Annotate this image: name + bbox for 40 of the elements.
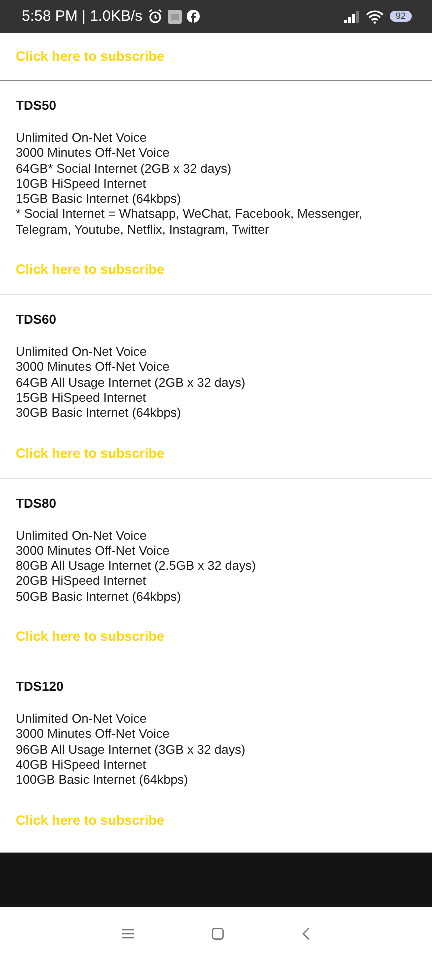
plan-feature: Unlimited On-Net Voice — [16, 345, 148, 360]
plan-feature: Unlimited On-Net Voice — [16, 528, 148, 544]
plan-feature: 3000 Minutes Off-Net Voice — [16, 360, 171, 376]
plan-feature: 50GB Basic Internet (64kbps) — [16, 590, 182, 606]
plan-feature: 100GB Basic Internet (64kbps) — [16, 773, 190, 789]
plan-title: TDS120 — [16, 679, 65, 696]
plan-feature: 80GB All Usage Internet (2.5GB x 32 days) — [16, 559, 258, 574]
plan-feature: Unlimited On-Net Voice — [16, 131, 148, 146]
plan-feature: 3000 Minutes Off-Net Voice — [16, 727, 171, 743]
wifi-icon — [366, 10, 384, 24]
menu-icon[interactable] — [122, 928, 134, 938]
plan-title: TDS50 — [16, 98, 58, 114]
plan-feature: 15GB HiSpeed Internet — [16, 390, 148, 406]
plan-feature: 10GB HiSpeed Internet — [16, 176, 148, 192]
plan-feature: Unlimited On-Net Voice — [16, 712, 148, 728]
plan-feature: 20GB HiSpeed Internet — [16, 574, 148, 590]
alarm-icon — [148, 9, 163, 24]
status-time: 5:58 PM | 1.0KB/s — [22, 8, 143, 25]
plan-feature: 15GB Basic Internet (64kbps) — [16, 192, 182, 208]
plan-feature: 64GB All Usage Internet (2GB x 32 days) — [16, 376, 247, 391]
plan-feature: 64GB* Social Internet (2GB x 32 days) — [16, 162, 233, 177]
plan-title: TDS80 — [16, 496, 58, 512]
back-icon[interactable] — [302, 928, 310, 940]
app-icon — [168, 10, 182, 24]
plan-feature: 40GB HiSpeed Internet — [16, 758, 148, 774]
plan-feature: 30GB Basic Internet (64kbps) — [16, 406, 182, 422]
home-icon[interactable] — [212, 928, 224, 940]
battery-level: 92 — [390, 11, 412, 22]
signal-icon — [344, 10, 360, 22]
plan-feature: 3000 Minutes Off-Net Voice — [16, 146, 171, 162]
subscribe-link[interactable]: Click here to subscribe — [16, 628, 165, 646]
subscribe-link[interactable]: Click here to subscribe — [16, 444, 165, 463]
subscribe-link[interactable]: Click here to subscribe — [16, 48, 165, 66]
plan-title: TDS60 — [16, 312, 58, 328]
subscribe-link[interactable]: Click here to subscribe — [16, 812, 165, 830]
plan-feature: * Social Internet = Whatsapp, WeChat, Facebook, Messenger, Telegram, Youtube, Netflix, Instagram, Twitter — [16, 207, 364, 238]
subscribe-link[interactable]: Click here to subscribe — [16, 261, 165, 280]
plan-feature: 96GB All Usage Internet (3GB x 32 days) — [16, 742, 247, 758]
facebook-icon — [186, 10, 200, 23]
plan-feature: 3000 Minutes Off-Net Voice — [16, 544, 171, 560]
